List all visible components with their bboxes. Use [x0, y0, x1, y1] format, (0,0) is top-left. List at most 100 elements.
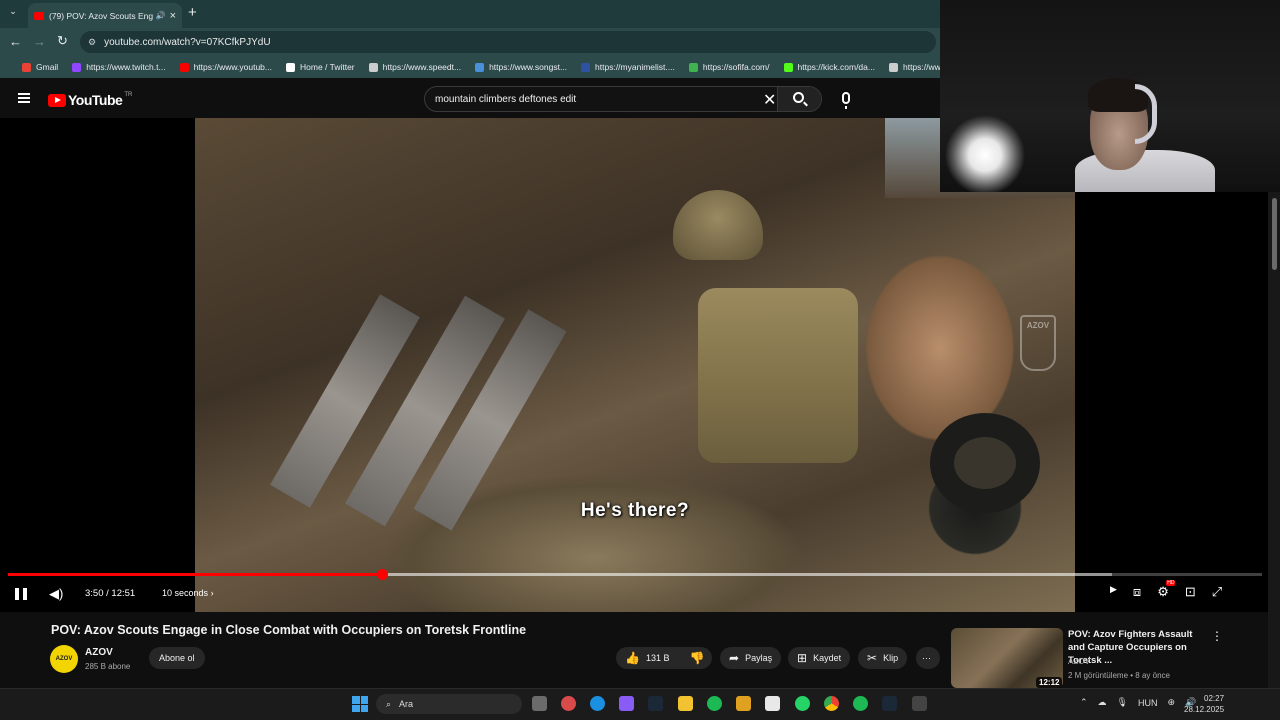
search-icon: ⌕ [386, 698, 392, 709]
more-vertical-icon[interactable]: ⋮ [1211, 629, 1223, 643]
chapter-button[interactable]: 10 seconds › [162, 588, 214, 598]
steam-icon[interactable] [882, 696, 897, 711]
subtitles-icon[interactable]: ⧈ [1133, 584, 1141, 600]
new-tab-button[interactable]: + [188, 4, 197, 21]
like-count[interactable]: 131 B [646, 653, 670, 663]
webcam-overlay [940, 0, 1280, 192]
task-view-icon[interactable] [532, 696, 547, 711]
time-display: 3:50 / 12:51 [85, 588, 136, 599]
bookmark-item[interactable]: https://www.twitch.t... [72, 62, 166, 72]
microsoft-store-icon[interactable] [765, 696, 780, 711]
hamburger-menu-icon[interactable] [18, 93, 30, 103]
scissors-icon: ✂ [867, 651, 878, 665]
bookmark-label: https://sofifa.com/ [702, 62, 770, 72]
bookmark-item[interactable]: https://sofifa.com/ [688, 62, 770, 72]
reload-icon[interactable]: ↻ [57, 33, 68, 49]
video-scene-tire [930, 413, 1040, 513]
pause-icon[interactable] [15, 588, 27, 600]
subscriber-count: 285 B abone [85, 662, 131, 671]
settings-gear-icon[interactable]: ⚙ [1157, 580, 1175, 600]
network-icon[interactable]: ⊕ [1167, 697, 1175, 708]
copilot-icon[interactable] [619, 696, 634, 711]
save-button[interactable]: ⊞ Kaydet [788, 647, 851, 669]
tab-close-icon[interactable]: × [170, 10, 176, 22]
scrollbar-thumb[interactable] [1272, 198, 1277, 270]
subscribe-button[interactable]: Abone ol [149, 647, 205, 669]
more-actions-button[interactable]: ⋯ [916, 647, 940, 669]
audio-playing-icon[interactable]: 🔊 [156, 11, 166, 20]
browser-tab-active[interactable]: (79) POV: Azov Scouts Engage 🔊 × [28, 3, 182, 28]
bookmark-item[interactable]: https://www.speedt... [368, 62, 461, 72]
forward-icon[interactable]: → [33, 34, 46, 49]
site-info-icon[interactable]: ⚙ [88, 37, 96, 48]
bookmark-favicon-icon [475, 62, 485, 72]
back-icon[interactable]: ← [9, 34, 22, 49]
bookmark-label: https://kick.com/da... [797, 62, 875, 72]
bookmark-item[interactable]: Home / Twitter [286, 62, 355, 72]
bookmark-favicon-icon [888, 62, 898, 72]
share-button[interactable]: ➦ Paylaş [720, 647, 782, 669]
channel-name[interactable]: AZOV [85, 647, 113, 658]
taskbar-clock[interactable]: 02:27 28.12.2025 [1184, 693, 1224, 715]
recommendation-channel[interactable]: AZOV [1068, 657, 1090, 666]
bookmark-item[interactable]: https://www.youtub... [179, 62, 272, 72]
bookmark-label: Gmail [36, 62, 59, 72]
video-title: POV: Azov Scouts Engage in Close Combat … [51, 623, 527, 637]
player-right-controls: ▶ ⧈ ⚙ ⊡ ⤢ [1110, 580, 1222, 600]
spotify-icon[interactable] [707, 696, 722, 711]
bookmark-favicon-icon [368, 62, 378, 72]
video-frame[interactable] [195, 118, 1075, 612]
search-button[interactable] [777, 87, 821, 111]
more-horizontal-icon: ⋯ [922, 652, 931, 663]
clip-button[interactable]: ✂ Klip [858, 647, 908, 669]
mic-tray-icon[interactable]: 🎙 [1117, 697, 1128, 708]
like-icon[interactable]: 👍 [625, 651, 640, 665]
steam-icon[interactable] [648, 696, 663, 711]
file-explorer-icon[interactable] [678, 696, 693, 711]
fullscreen-icon[interactable]: ⤢ [1212, 584, 1222, 600]
tray-overflow-icon[interactable]: ⌃ [1080, 697, 1088, 708]
bookmark-item[interactable]: https://kick.com/da... [783, 62, 875, 72]
save-label: Kaydet [813, 653, 842, 663]
bookmark-favicon-icon [581, 62, 591, 72]
autoplay-icon[interactable]: ▶ [1110, 584, 1117, 600]
youtube-favicon-icon [34, 11, 44, 20]
bookmark-item[interactable]: https://myanimelist.... [581, 62, 675, 72]
search-input[interactable] [425, 87, 755, 111]
cloud-icon[interactable]: ☁ [1098, 697, 1107, 708]
edge-browser-icon[interactable] [590, 696, 605, 711]
bookmark-item[interactable]: Gmail [22, 62, 58, 72]
bookmark-item[interactable]: https://www.songst... [475, 62, 567, 72]
chevron-right-icon: › [210, 588, 214, 598]
recommendation-meta: 2 M görüntüleme • 8 ay önce [1068, 671, 1170, 680]
search-box: ✕ [424, 86, 822, 112]
bookmark-item[interactable]: https://www.ma [888, 62, 940, 72]
channel-avatar[interactable]: AZOV [50, 645, 78, 673]
url-text: youtube.com/watch?v=07KCfkPJYdU [104, 36, 271, 48]
bookmark-favicon-icon [783, 62, 793, 72]
progress-scrubber-handle[interactable] [376, 569, 388, 580]
microphone-icon[interactable] [842, 92, 850, 109]
taskbar-search[interactable]: ⌕ Ara [376, 694, 522, 714]
language-indicator[interactable]: HUN [1138, 698, 1158, 708]
share-icon: ➦ [729, 651, 740, 665]
bookmark-label: https://www.twitch.t... [86, 62, 166, 72]
chrome-icon[interactable] [824, 696, 839, 711]
whatsapp-icon[interactable] [795, 696, 810, 711]
system-tray: ⌃ ☁ 🎙 HUN ⊕ 🔊 [1080, 697, 1196, 708]
spotify-icon[interactable] [853, 696, 868, 711]
bookmark-favicon-icon [179, 62, 189, 72]
dislike-icon[interactable]: 👎 [689, 651, 704, 665]
miniplayer-icon[interactable]: ⊡ [1185, 584, 1196, 600]
address-bar[interactable]: ⚙ youtube.com/watch?v=07KCfkPJYdU [80, 31, 936, 53]
clear-search-icon[interactable]: ✕ [763, 90, 776, 110]
volume-icon[interactable]: ◀) [49, 586, 63, 602]
clip-label: Klip [883, 653, 899, 663]
windows-start-icon[interactable] [352, 696, 368, 712]
tab-search-icon[interactable]: ⌄ [6, 6, 20, 20]
app-icon[interactable] [736, 696, 751, 711]
video-scene-helmet [673, 190, 763, 260]
app-icon[interactable] [912, 696, 927, 711]
youtube-logo[interactable]: YouTube TR [48, 92, 132, 108]
app-icon[interactable] [561, 696, 576, 711]
